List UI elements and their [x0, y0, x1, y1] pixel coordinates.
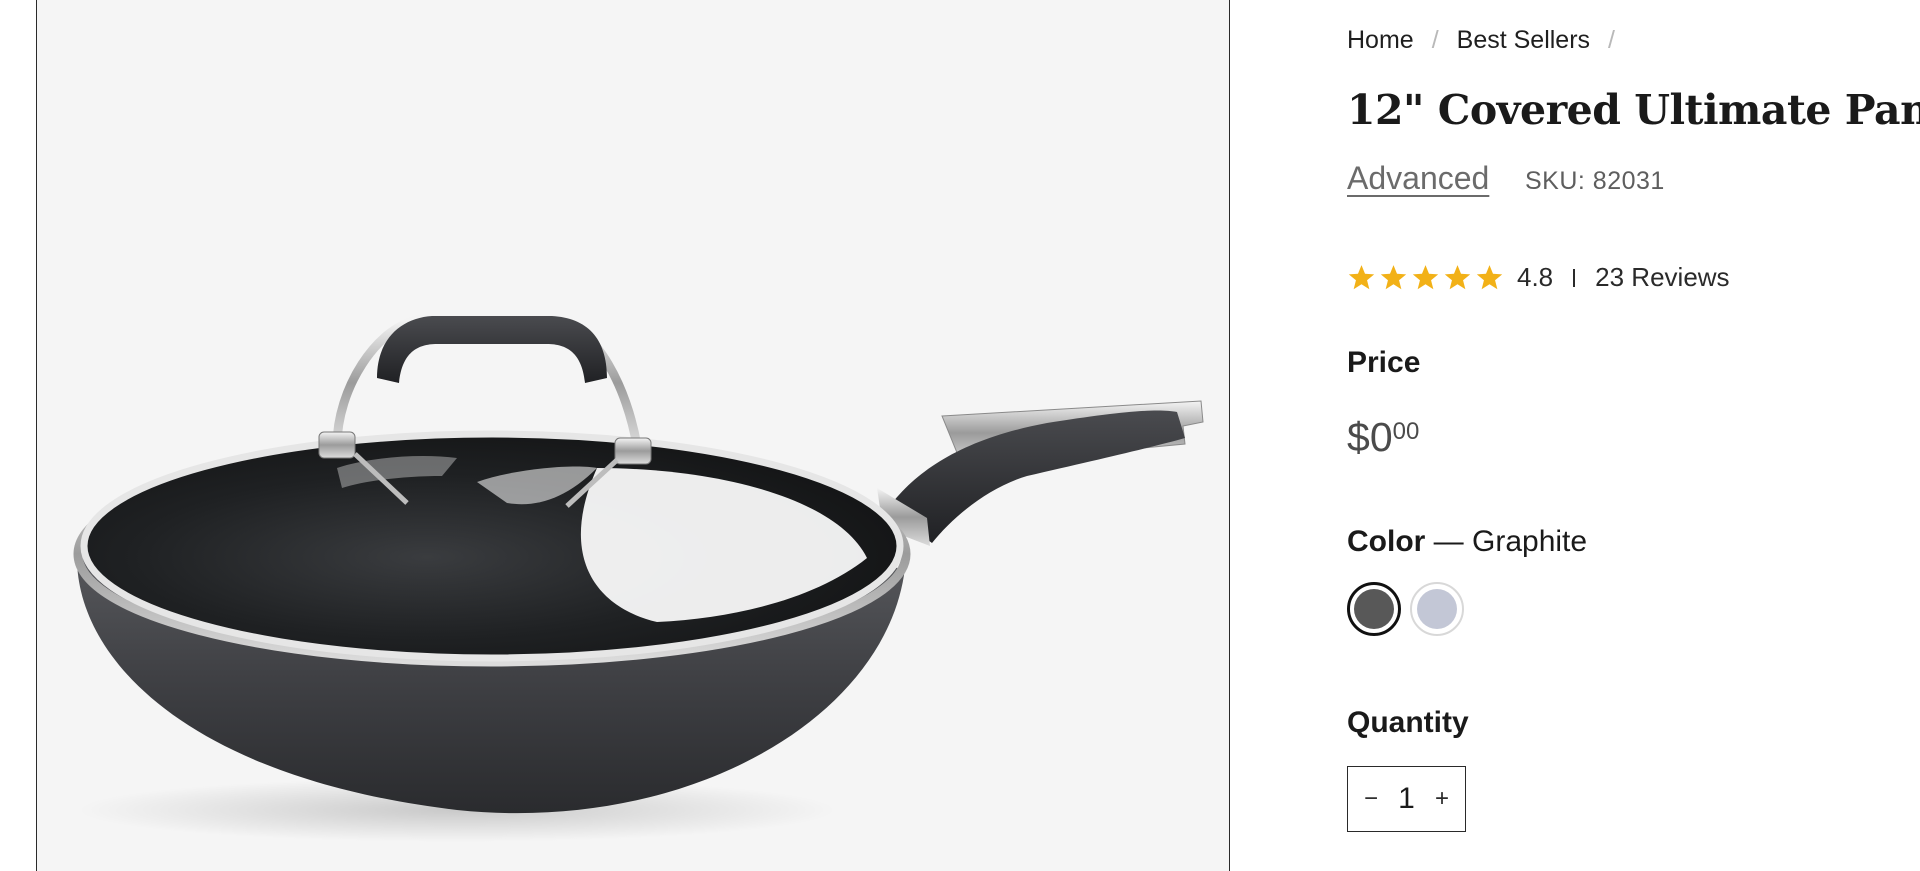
quantity-stepper: − 1 +: [1347, 766, 1466, 832]
star-icon: [1444, 265, 1471, 290]
price-label: Price: [1347, 346, 1421, 379]
price-currency: $: [1347, 414, 1370, 460]
price-dollars: 0: [1369, 414, 1393, 460]
star-icon: [1380, 265, 1407, 290]
breadcrumb-home[interactable]: Home: [1347, 26, 1414, 55]
minus-icon[interactable]: −: [1362, 787, 1380, 811]
color-separator: —: [1433, 525, 1464, 558]
swatch-graphite-fill: [1354, 589, 1394, 629]
color-heading: Color — Graphite: [1347, 525, 1587, 559]
rating-stars: [1347, 263, 1504, 292]
breadcrumb-separator: /: [1608, 26, 1615, 54]
plus-icon[interactable]: +: [1433, 787, 1451, 811]
product-image-panel: [36, 0, 1230, 871]
product-page: Home / Best Sellers / 12" Covered Ultima…: [0, 0, 1920, 871]
rating-divider: [1573, 268, 1576, 287]
star-icon: [1412, 265, 1439, 290]
rating-summary[interactable]: 4.8 23 Reviews: [1347, 262, 1730, 293]
product-title: 12" Covered Ultimate Pan: [1347, 86, 1920, 134]
collection-link[interactable]: Advanced: [1347, 160, 1489, 197]
color-label: Color: [1347, 525, 1426, 558]
swatch-silver-fill: [1417, 589, 1457, 629]
swatch-silver[interactable]: [1410, 582, 1464, 636]
reviews-link[interactable]: 23 Reviews: [1595, 262, 1729, 293]
color-selected-value: Graphite: [1472, 525, 1588, 558]
star-icon: [1348, 265, 1375, 290]
quantity-value[interactable]: 1: [1398, 782, 1415, 816]
breadcrumb-best-sellers[interactable]: Best Sellers: [1457, 26, 1590, 55]
product-price: $000: [1347, 414, 1419, 461]
rating-value: 4.8: [1517, 262, 1554, 292]
price-cents: 00: [1392, 418, 1420, 445]
breadcrumb: Home / Best Sellers /: [1347, 26, 1633, 55]
quantity-label: Quantity: [1347, 706, 1469, 739]
color-swatches: [1347, 582, 1464, 636]
swatch-graphite[interactable]: [1347, 582, 1401, 636]
star-icon: [1476, 265, 1503, 290]
breadcrumb-separator: /: [1431, 26, 1439, 54]
product-sku: SKU: 82031: [1525, 167, 1665, 195]
product-image[interactable]: [37, 0, 1231, 871]
